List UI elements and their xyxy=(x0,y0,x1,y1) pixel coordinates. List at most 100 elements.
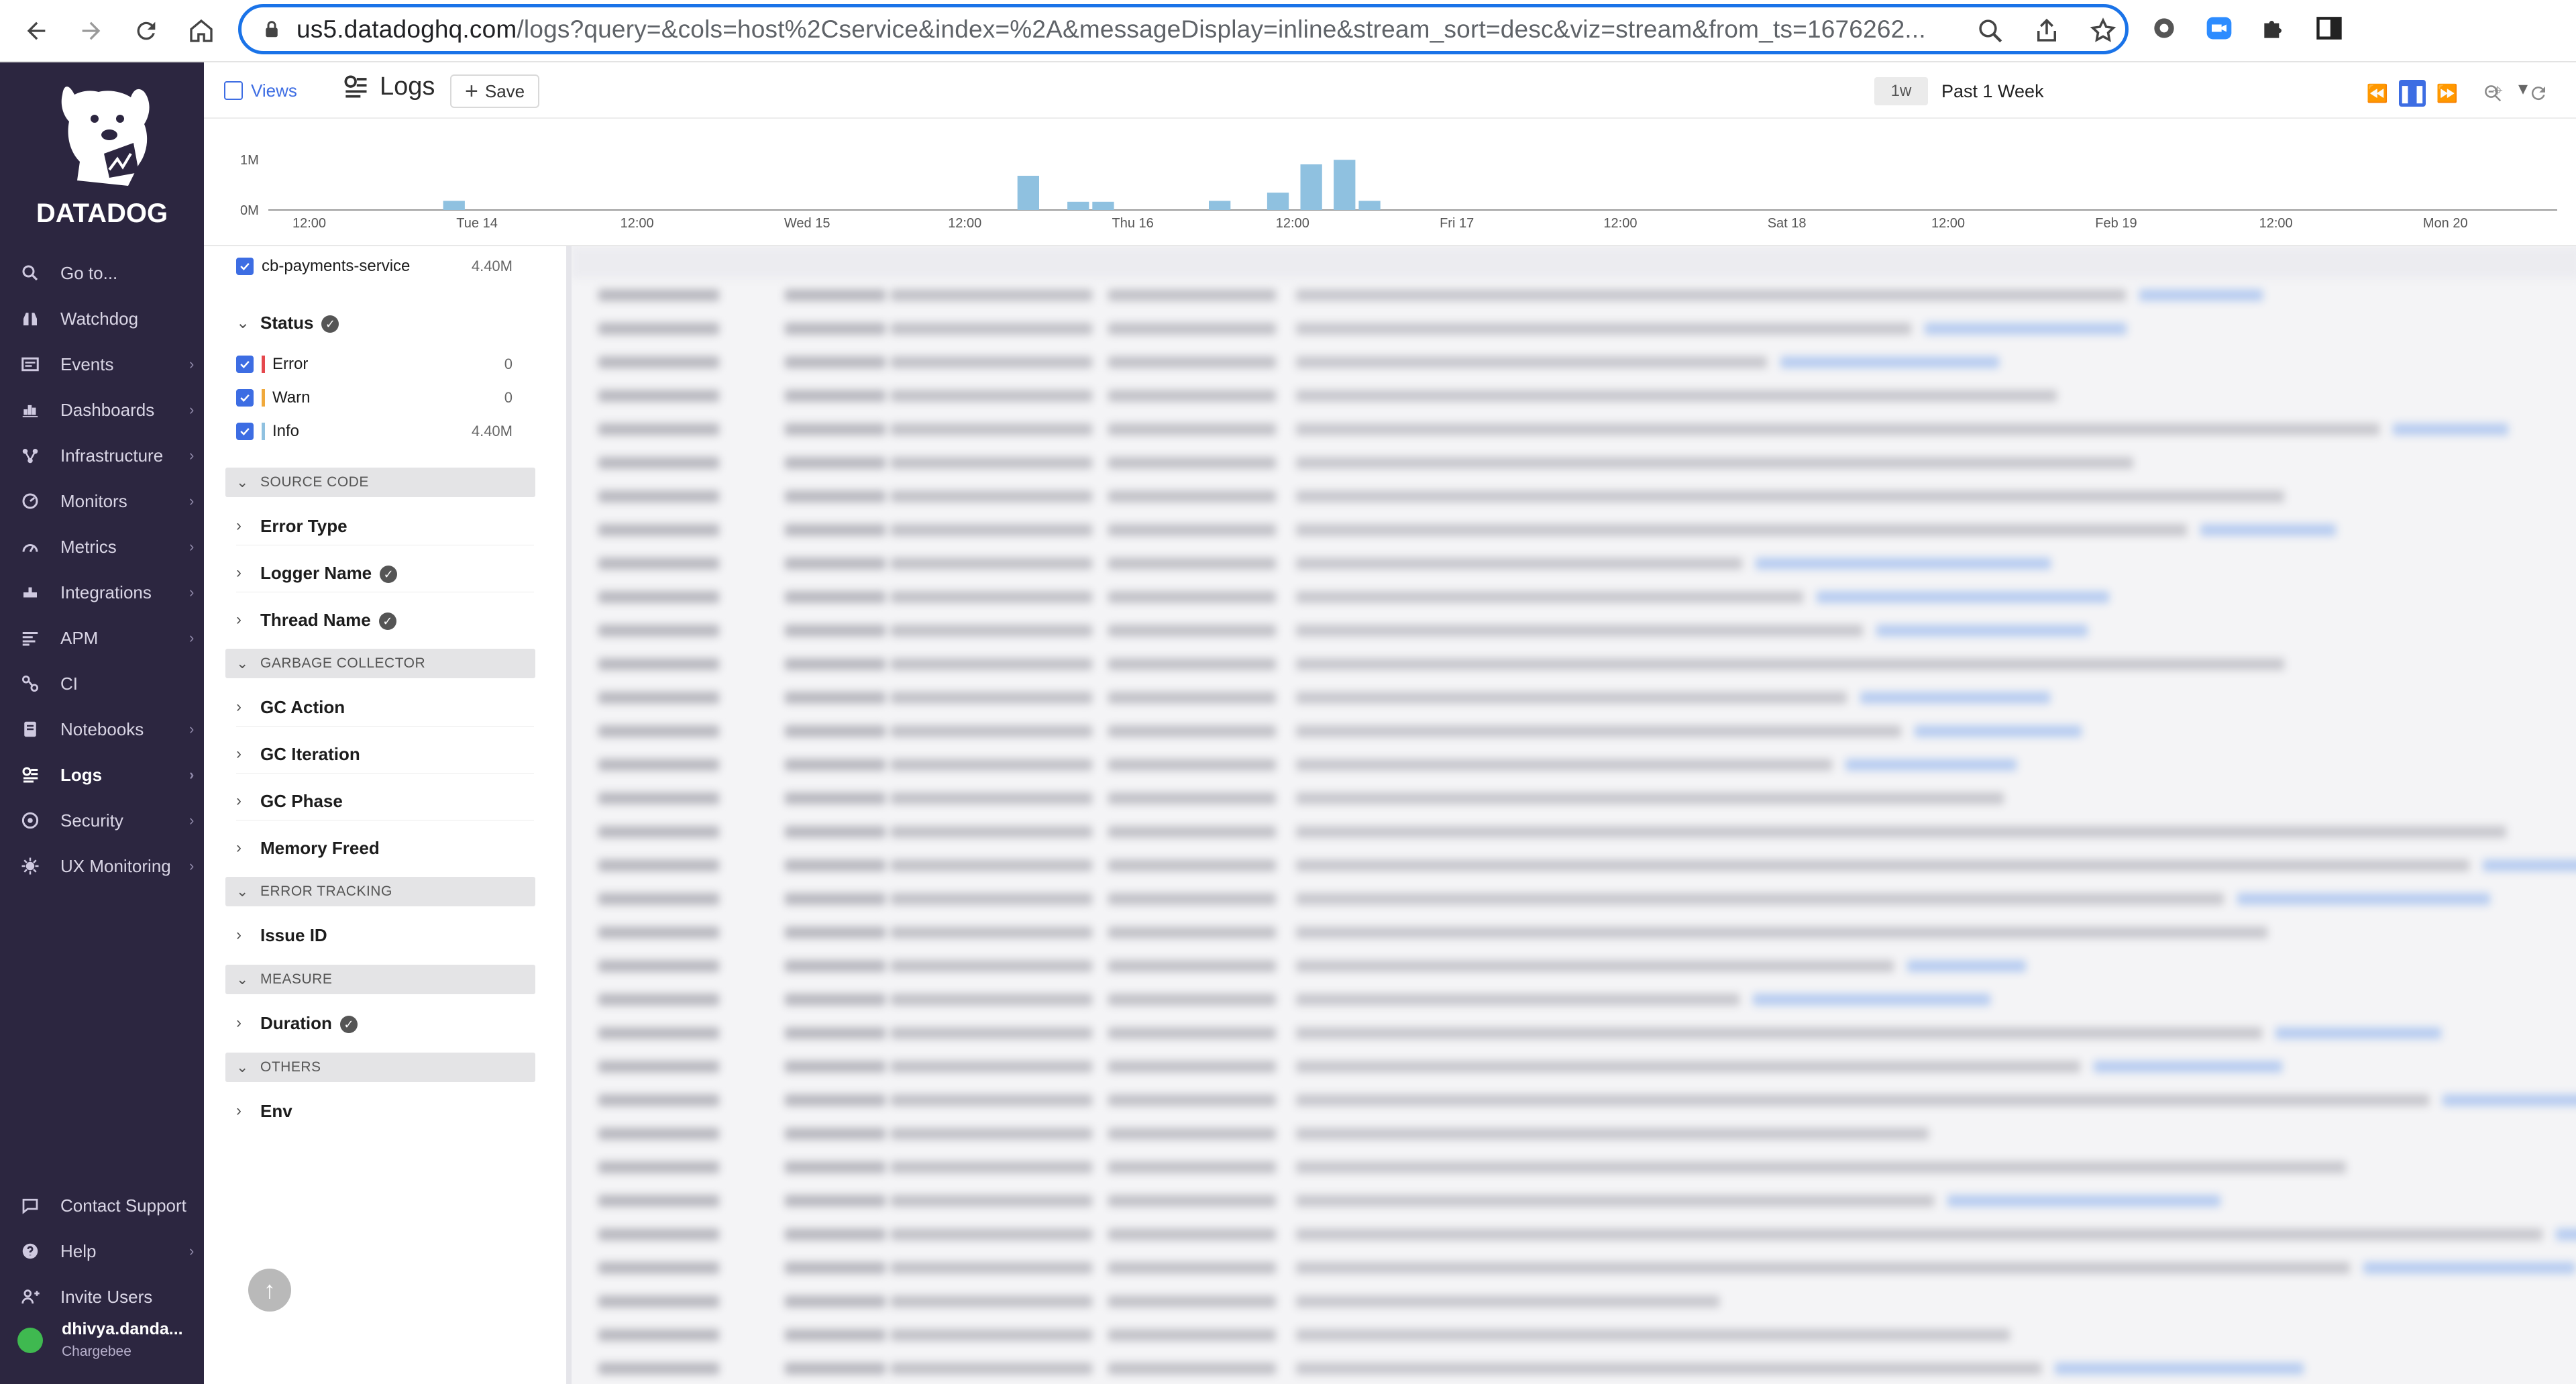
puzzle-icon[interactable] xyxy=(2259,13,2289,43)
zoom-icon[interactable] xyxy=(1976,17,2004,45)
log-row[interactable] xyxy=(572,681,2576,714)
log-row[interactable] xyxy=(572,1083,2576,1117)
log-row[interactable] xyxy=(572,1050,2576,1083)
log-row[interactable] xyxy=(572,614,2576,647)
log-row[interactable] xyxy=(572,1184,2576,1218)
sidebar-item-infrastructure[interactable]: Infrastructure › xyxy=(0,434,204,477)
extension-zoom-icon[interactable] xyxy=(2204,13,2234,43)
sidebar-item-ux-monitoring[interactable]: UX Monitoring › xyxy=(0,845,204,888)
log-row[interactable] xyxy=(572,278,2576,312)
log-row[interactable] xyxy=(572,379,2576,413)
log-row[interactable] xyxy=(572,1218,2576,1251)
log-row[interactable] xyxy=(572,882,2576,916)
log-row[interactable] xyxy=(572,480,2576,513)
facet-value-error[interactable]: Error 0 xyxy=(204,348,566,381)
sidebar-item-watchdog[interactable]: Watchdog xyxy=(0,297,204,340)
facet-value-warn[interactable]: Warn 0 xyxy=(204,381,566,415)
facet-gc-phase[interactable]: › GC Phase xyxy=(204,781,566,821)
facet-group-measure[interactable]: ⌄ MEASURE xyxy=(225,965,535,994)
facet-issue-id[interactable]: › Issue ID xyxy=(204,915,566,955)
log-row[interactable] xyxy=(572,916,2576,949)
facet-group-source-code[interactable]: ⌄ SOURCE CODE xyxy=(225,468,535,497)
sidebar-item-ci[interactable]: CI xyxy=(0,662,204,705)
log-row[interactable] xyxy=(572,446,2576,480)
checkbox-checked[interactable] xyxy=(236,423,254,440)
sidebar-item-goto[interactable]: Go to... xyxy=(0,252,204,295)
sidebar-item-dashboards[interactable]: Dashboards › xyxy=(0,388,204,431)
pause-button[interactable]: ❚❚ xyxy=(2398,80,2427,107)
facet-gc-action[interactable]: › GC Action xyxy=(204,687,566,727)
sidebar-item-contact-support[interactable]: Contact Support xyxy=(0,1184,204,1227)
scroll-to-top-button[interactable]: ↑ xyxy=(248,1269,291,1312)
facet-thread-name[interactable]: › Thread Name ✓ xyxy=(204,600,566,640)
histogram-bar[interactable] xyxy=(1300,164,1322,210)
log-row[interactable] xyxy=(572,748,2576,782)
facet-group-others[interactable]: ⌄ OTHERS xyxy=(225,1053,535,1082)
log-row[interactable] xyxy=(572,1117,2576,1151)
log-row[interactable] xyxy=(572,1251,2576,1285)
extension-gear-icon[interactable] xyxy=(2149,13,2179,43)
save-button[interactable]: + Save xyxy=(450,74,540,108)
refresh-icon[interactable] xyxy=(2525,80,2552,107)
facet-group-garbage-collector[interactable]: ⌄ GARBAGE COLLECTOR xyxy=(225,649,535,678)
share-icon[interactable] xyxy=(2033,17,2061,45)
log-row[interactable] xyxy=(572,312,2576,345)
log-row[interactable] xyxy=(572,849,2576,882)
facet-status[interactable]: ⌄ Status ✓ xyxy=(204,303,566,343)
histogram-bar[interactable] xyxy=(1358,201,1381,210)
facet-value-info[interactable]: Info 4.40M xyxy=(204,415,566,448)
log-row[interactable] xyxy=(572,1285,2576,1318)
facet-group-error-tracking[interactable]: ⌄ ERROR TRACKING xyxy=(225,877,535,906)
zoom-out-icon[interactable] xyxy=(2479,80,2506,107)
log-row[interactable] xyxy=(572,782,2576,815)
sidebar-item-security[interactable]: Security › xyxy=(0,799,204,842)
sidebar-item-notebooks[interactable]: Notebooks › xyxy=(0,708,204,751)
histogram-bar[interactable] xyxy=(443,201,465,210)
facet-gc-iteration[interactable]: › GC Iteration xyxy=(204,734,566,774)
datadog-logo[interactable]: DATADOG xyxy=(27,76,177,237)
facet-duration[interactable]: › Duration ✓ xyxy=(204,1003,566,1043)
log-row[interactable] xyxy=(572,815,2576,849)
checkbox-checked[interactable] xyxy=(236,356,254,373)
histogram-bar[interactable] xyxy=(1267,193,1289,210)
user-menu[interactable]: dhivya.danda... Chargebee xyxy=(0,1310,204,1371)
sidebar-item-integrations[interactable]: Integrations › xyxy=(0,571,204,614)
star-icon[interactable] xyxy=(2089,17,2117,45)
facet-logger-name[interactable]: › Logger Name ✓ xyxy=(204,553,566,593)
log-row[interactable] xyxy=(572,1318,2576,1352)
facet-env[interactable]: › Env xyxy=(204,1091,566,1131)
sidebar-item-events[interactable]: Events › xyxy=(0,343,204,386)
histogram-bar[interactable] xyxy=(1017,176,1039,210)
log-row[interactable] xyxy=(572,949,2576,983)
back-icon[interactable] xyxy=(17,12,55,50)
rewind-icon[interactable]: ⏪ xyxy=(2364,80,2391,107)
facet-error-type[interactable]: › Error Type xyxy=(204,506,566,546)
log-row[interactable] xyxy=(572,580,2576,614)
histogram-bar[interactable] xyxy=(1334,160,1356,210)
sidebar-item-monitors[interactable]: Monitors › xyxy=(0,480,204,523)
sidebar-item-metrics[interactable]: Metrics › xyxy=(0,525,204,568)
reload-icon[interactable] xyxy=(127,12,165,50)
facet-value-service[interactable]: cb-payments-service 4.40M xyxy=(204,250,566,283)
views-button[interactable]: Views xyxy=(224,77,297,104)
log-row[interactable] xyxy=(572,547,2576,580)
log-row[interactable] xyxy=(572,983,2576,1016)
log-volume-histogram[interactable]: 1M 0M 12:00 Tue 14 12:00 Wed 15 12:00 Thu 16 1… xyxy=(204,119,2576,246)
log-row[interactable] xyxy=(572,1151,2576,1184)
log-row[interactable] xyxy=(572,513,2576,547)
log-row[interactable] xyxy=(572,345,2576,379)
log-row[interactable] xyxy=(572,413,2576,446)
sidebar-item-apm[interactable]: APM › xyxy=(0,617,204,659)
fast-forward-icon[interactable]: ⏩ xyxy=(2434,80,2461,107)
log-row[interactable] xyxy=(572,1016,2576,1050)
log-stream[interactable] xyxy=(566,246,2576,1384)
forward-icon[interactable] xyxy=(72,12,110,50)
histogram-bar[interactable] xyxy=(1067,201,1089,210)
log-row[interactable] xyxy=(572,1352,2576,1384)
checkbox-checked[interactable] xyxy=(236,389,254,407)
log-row[interactable] xyxy=(572,714,2576,748)
histogram-bar[interactable] xyxy=(1092,201,1114,210)
facet-memory-freed[interactable]: › Memory Freed xyxy=(204,828,566,868)
sidepanel-icon[interactable] xyxy=(2314,13,2344,43)
home-icon[interactable] xyxy=(182,12,220,50)
